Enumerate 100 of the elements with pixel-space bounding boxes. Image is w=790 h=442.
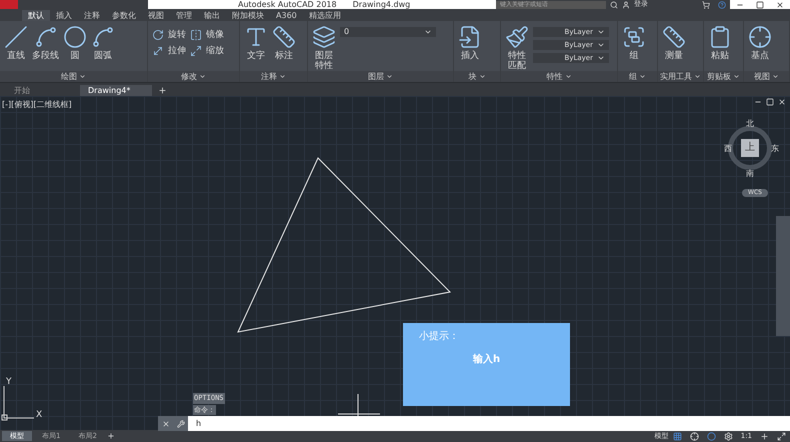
ribbon-tool[interactable]: 圆弧: [91, 25, 115, 61]
ribbon-tab[interactable]: 参数化: [106, 10, 142, 21]
ribbon-tool[interactable]: 多段线: [32, 25, 59, 61]
file-tab[interactable]: 开始: [6, 85, 78, 96]
caret-icon: [639, 73, 646, 80]
compass-west[interactable]: 西: [724, 143, 732, 155]
close-icon: [778, 98, 786, 106]
caret-icon: [279, 73, 286, 80]
caret-icon: [199, 73, 206, 80]
group-icon: [622, 25, 646, 49]
ribbon-tab[interactable]: A360: [270, 10, 303, 21]
panel-title[interactable]: 图层: [308, 71, 453, 82]
ribbon-tool[interactable]: 粘贴: [708, 25, 732, 61]
file-tab[interactable]: Drawing4*: [80, 85, 152, 96]
ribbon-tab[interactable]: 精选应用: [302, 10, 347, 21]
app-logo-icon[interactable]: [0, 0, 18, 9]
layers-icon: [312, 25, 336, 49]
mirror-icon: [190, 29, 202, 41]
arc-icon: [91, 25, 115, 49]
tip-title: 小提示：: [419, 330, 460, 344]
tip-text: 输入h: [473, 352, 502, 367]
scale-icon: [190, 45, 202, 57]
ribbon-tool[interactable]: 文字: [244, 25, 268, 61]
ribbon-tool[interactable]: 图层特性: [312, 25, 336, 71]
ribbon-tool[interactable]: 圆: [63, 25, 87, 61]
panel-title[interactable]: 实用工具: [658, 71, 703, 82]
rotate-icon: [152, 29, 164, 41]
cart-icon: [702, 0, 710, 8]
search-icon: [610, 0, 618, 8]
line-icon: [4, 25, 28, 49]
panel-title[interactable]: 特性: [501, 71, 617, 82]
polyline-icon: [34, 25, 58, 49]
close-icon: [776, 0, 784, 8]
caret-icon: [733, 73, 740, 80]
compass-east[interactable]: 东: [771, 143, 779, 155]
grid-icon: [672, 432, 682, 440]
caret-icon: [564, 73, 572, 80]
file-name: Drawing4.dwg: [352, 0, 410, 8]
maximize-icon: [756, 0, 764, 8]
caret-icon: [694, 73, 701, 80]
window-title: Autodesk AutoCAD 2018: [238, 0, 337, 8]
axis-label: Y: [6, 378, 12, 387]
ribbon-tab[interactable]: 输出: [198, 10, 226, 21]
crosshair-icon: [748, 25, 772, 49]
panel-title[interactable]: 剪贴板: [704, 71, 743, 82]
restore-icon: [766, 98, 774, 106]
help-icon: [718, 0, 726, 8]
compass-north[interactable]: 北: [746, 118, 754, 130]
caret-icon: [772, 73, 779, 80]
viewcube-face[interactable]: 上: [741, 139, 759, 157]
ribbon-tool[interactable]: 特性匹配: [505, 25, 529, 71]
ribbon-tab[interactable]: 附加模块: [226, 10, 270, 21]
panel-title[interactable]: 绘图: [0, 71, 147, 82]
ribbon-tool[interactable]: 缩放: [190, 45, 224, 57]
circle-icon: [63, 25, 87, 49]
ribbon-tab[interactable]: 默认: [22, 10, 50, 21]
insert-icon: [458, 25, 482, 49]
ribbon-tool[interactable]: 插入: [458, 25, 482, 61]
caret-icon: [79, 73, 86, 80]
panel-title[interactable]: 块: [454, 71, 500, 82]
panel-title[interactable]: 修改: [148, 71, 239, 82]
ribbon-tab[interactable]: 管理: [170, 10, 198, 21]
plus-icon: [760, 432, 769, 440]
close-icon: [162, 420, 170, 428]
snap-icon: [690, 432, 699, 440]
fullscreen-icon: [777, 432, 786, 440]
ribbon-tool[interactable]: 测量: [662, 25, 686, 61]
ribbon-tool[interactable]: 拉伸: [152, 45, 186, 57]
viewport-label[interactable]: [-][俯视][二维线框]: [2, 99, 72, 111]
ribbon-tool[interactable]: 旋转: [152, 29, 186, 41]
layer-dropdown[interactable]: 0: [340, 27, 436, 37]
ribbon-tool[interactable]: 镜像: [190, 29, 224, 41]
user-icon: [622, 0, 630, 8]
ribbon-tool[interactable]: 基点: [748, 25, 772, 61]
new-tab-icon: [158, 86, 167, 95]
ribbon-tool[interactable]: 标注: [272, 25, 296, 61]
settings-icon: [724, 432, 733, 440]
ribbon-tab[interactable]: 注释: [78, 10, 106, 21]
navigation-bar[interactable]: [776, 216, 790, 336]
ribbon-tab[interactable]: 视图: [142, 10, 170, 21]
ribbon-tool[interactable]: 组: [622, 25, 646, 61]
caret-icon: [424, 28, 432, 36]
ribbon-tab[interactable]: 插入: [50, 10, 78, 21]
caret-icon: [386, 73, 393, 80]
add-layout-icon: [106, 432, 115, 440]
ribbon-tool[interactable]: 直线: [4, 25, 28, 61]
crosshair-cursor: [338, 394, 380, 416]
polar-icon: [706, 432, 716, 440]
caret-icon: [478, 73, 486, 80]
compass-south[interactable]: 南: [746, 168, 754, 180]
dimension-icon: [272, 25, 296, 49]
stretch-icon: [152, 45, 164, 57]
wrench-icon: [176, 420, 184, 428]
panel-title[interactable]: 组: [618, 71, 657, 82]
ruler-icon: [662, 25, 686, 49]
panel-title[interactable]: 视图: [744, 71, 789, 82]
ucs-axis-drawing: [2, 386, 34, 420]
axis-label: X: [36, 411, 42, 420]
brush-icon: [505, 25, 529, 49]
panel-title[interactable]: 注释: [240, 71, 307, 82]
